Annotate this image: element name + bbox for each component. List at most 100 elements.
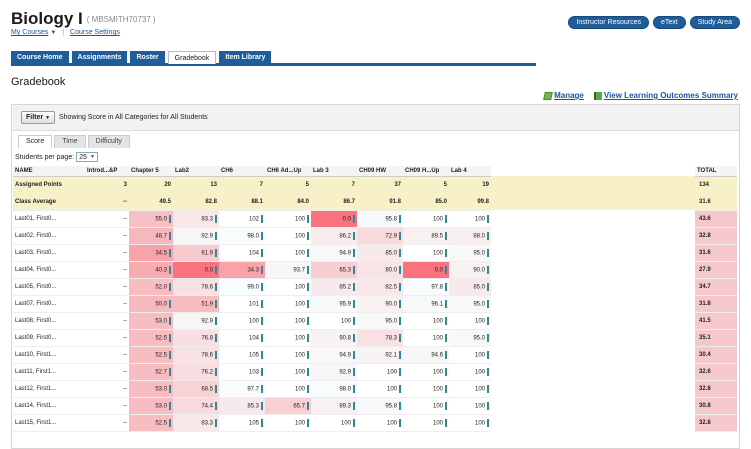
score-cell[interactable]: 48.7 — [129, 227, 173, 245]
score-cell[interactable]: -- — [85, 363, 129, 381]
score-cell[interactable]: 103 — [219, 363, 265, 381]
score-cell[interactable]: 76.8 — [173, 329, 219, 347]
column-header[interactable]: CH6 — [219, 166, 265, 177]
score-cell[interactable]: 53.0 — [129, 380, 173, 398]
score-cell[interactable]: 95.0 — [357, 312, 403, 330]
column-header[interactable]: CH6 Ad...Up — [265, 166, 311, 177]
score-cell[interactable]: 65.7 — [265, 397, 311, 415]
student-name[interactable]: Last12, First1... — [13, 380, 85, 398]
score-cell[interactable]: 74.4 — [173, 397, 219, 415]
score-cell[interactable]: 55.0 — [129, 210, 173, 228]
score-cell[interactable]: 0.0 — [403, 261, 449, 279]
score-cell[interactable]: 90.0 — [449, 261, 491, 279]
score-cell[interactable]: 0.0 — [311, 210, 357, 228]
column-header[interactable]: CH09 HW — [357, 166, 403, 177]
score-cell[interactable]: 100 — [311, 312, 357, 330]
score-cell[interactable]: 85.3 — [219, 397, 265, 415]
score-cell[interactable]: 90.0 — [357, 295, 403, 313]
score-cell[interactable]: -- — [85, 380, 129, 398]
score-cell[interactable]: 100 — [449, 380, 491, 398]
score-cell[interactable]: 95.9 — [311, 295, 357, 313]
score-cell[interactable]: 100 — [357, 363, 403, 381]
tab-difficulty[interactable]: Difficulty — [87, 135, 130, 148]
score-cell[interactable]: 100 — [357, 380, 403, 398]
score-cell[interactable]: 52.7 — [129, 363, 173, 381]
score-cell[interactable]: 90.8 — [311, 329, 357, 347]
per-page-select[interactable]: 25 ▼ — [76, 152, 98, 162]
score-cell[interactable]: 100 — [403, 380, 449, 398]
score-cell[interactable]: 101 — [219, 295, 265, 313]
score-cell[interactable]: 61.9 — [173, 244, 219, 262]
tab-item-library[interactable]: Item Library — [219, 51, 272, 64]
student-name[interactable]: Last11, First1... — [13, 363, 85, 381]
score-cell[interactable]: 95.0 — [449, 295, 491, 313]
tab-time[interactable]: Time — [54, 135, 86, 148]
score-cell[interactable]: -- — [85, 346, 129, 364]
total-column-header[interactable]: TOTAL — [695, 166, 737, 177]
filter-button[interactable]: Filter ▼ — [21, 111, 56, 124]
score-cell[interactable]: 97.7 — [219, 380, 265, 398]
tab-gradebook[interactable]: Gradebook — [167, 51, 217, 64]
score-cell[interactable]: 100 — [265, 380, 311, 398]
score-cell[interactable]: 0.0 — [173, 261, 219, 279]
score-cell[interactable]: 85.0 — [449, 278, 491, 296]
score-cell[interactable]: 100 — [403, 397, 449, 415]
score-cell[interactable]: 78.6 — [173, 346, 219, 364]
score-cell[interactable]: 105 — [219, 346, 265, 364]
score-cell[interactable]: 100 — [265, 244, 311, 262]
score-cell[interactable]: 95.8 — [357, 210, 403, 228]
instructor-resources-button[interactable]: Instructor Resources — [568, 16, 650, 29]
score-cell[interactable]: -- — [85, 210, 129, 228]
score-cell[interactable]: -- — [85, 312, 129, 330]
score-cell[interactable]: 100 — [403, 210, 449, 228]
chevron-down-icon[interactable]: ▼ — [50, 30, 56, 36]
student-name[interactable]: Last14, First1... — [13, 397, 85, 415]
score-cell[interactable]: 34.3 — [219, 261, 265, 279]
score-cell[interactable]: 86.2 — [311, 227, 357, 245]
score-cell[interactable]: 100 — [265, 346, 311, 364]
score-cell[interactable]: 100 — [311, 414, 357, 432]
score-cell[interactable]: 68.5 — [173, 380, 219, 398]
column-header[interactable]: Lab 4 — [449, 166, 491, 177]
score-cell[interactable]: 100 — [265, 295, 311, 313]
score-cell[interactable]: -- — [85, 414, 129, 432]
score-cell[interactable]: 53.0 — [129, 397, 173, 415]
score-cell[interactable]: 100 — [449, 312, 491, 330]
score-cell[interactable]: 92.1 — [357, 346, 403, 364]
score-cell[interactable]: 78.6 — [173, 278, 219, 296]
score-cell[interactable]: 100 — [403, 244, 449, 262]
score-cell[interactable]: -- — [85, 244, 129, 262]
score-cell[interactable]: 88.0 — [449, 227, 491, 245]
score-cell[interactable]: 83.3 — [173, 210, 219, 228]
student-name[interactable]: Last07, First0... — [13, 295, 85, 313]
score-cell[interactable]: 95.0 — [449, 329, 491, 347]
score-cell[interactable]: 34.5 — [129, 244, 173, 262]
score-cell[interactable]: -- — [85, 329, 129, 347]
score-cell[interactable]: 100 — [265, 329, 311, 347]
score-cell[interactable]: 80.0 — [357, 261, 403, 279]
student-name[interactable]: Last15, First1... — [13, 414, 85, 432]
tab-course-home[interactable]: Course Home — [11, 51, 69, 64]
score-cell[interactable]: -- — [85, 295, 129, 313]
etext-button[interactable]: eText — [653, 16, 686, 29]
score-cell[interactable]: 100 — [449, 414, 491, 432]
score-cell[interactable]: 100 — [403, 329, 449, 347]
score-cell[interactable]: 100 — [265, 414, 311, 432]
study-area-button[interactable]: Study Area — [689, 16, 740, 29]
score-cell[interactable]: 82.5 — [357, 278, 403, 296]
score-cell[interactable]: 98.0 — [219, 227, 265, 245]
score-cell[interactable]: -- — [85, 227, 129, 245]
student-name[interactable]: Last09, First0... — [13, 329, 85, 347]
score-cell[interactable]: 104 — [219, 244, 265, 262]
tab-assignments[interactable]: Assignments — [71, 51, 128, 64]
score-cell[interactable]: 53.0 — [129, 312, 173, 330]
student-name[interactable]: Last05, First0... — [13, 278, 85, 296]
score-cell[interactable]: -- — [85, 397, 129, 415]
column-header[interactable]: CH09 H...Up — [403, 166, 449, 177]
student-name[interactable]: Last04, First0... — [13, 261, 85, 279]
score-cell[interactable]: 65.3 — [311, 261, 357, 279]
column-header[interactable]: Introd...&P — [85, 166, 129, 177]
score-cell[interactable]: 78.3 — [357, 329, 403, 347]
score-cell[interactable]: 51.9 — [173, 295, 219, 313]
score-cell[interactable]: 98.0 — [311, 380, 357, 398]
